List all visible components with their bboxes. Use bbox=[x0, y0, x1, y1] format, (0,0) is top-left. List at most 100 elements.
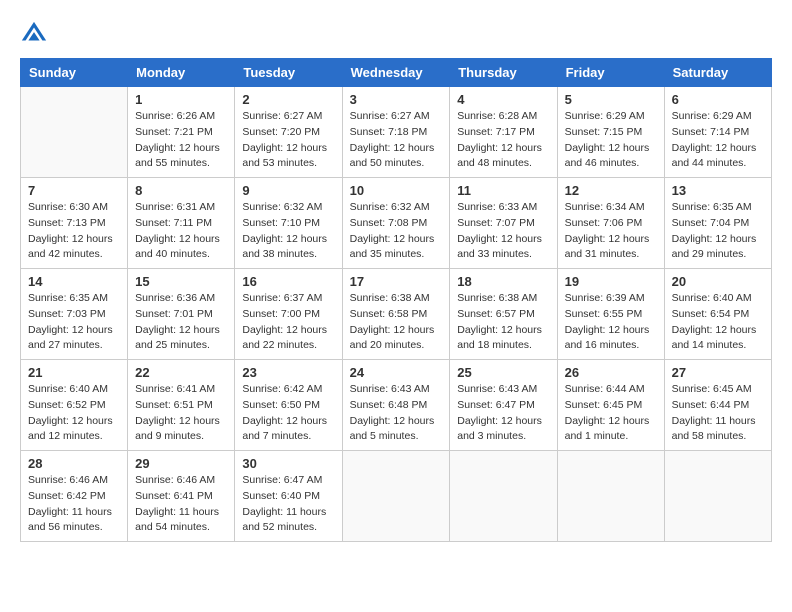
day-number: 24 bbox=[350, 365, 443, 380]
day-number: 22 bbox=[135, 365, 227, 380]
day-cell: 28 Sunrise: 6:46 AMSunset: 6:42 PMDayligh… bbox=[21, 451, 128, 542]
day-number: 15 bbox=[135, 274, 227, 289]
day-info: Sunrise: 6:38 AMSunset: 6:58 PMDaylight:… bbox=[350, 291, 443, 354]
day-number: 18 bbox=[457, 274, 549, 289]
page-header bbox=[20, 20, 772, 48]
day-cell: 19 Sunrise: 6:39 AMSunset: 6:55 PMDayligh… bbox=[557, 269, 664, 360]
week-row-1: 1Sunrise: 6:26 AMSunset: 7:21 PMDaylight… bbox=[21, 87, 772, 178]
weekday-header-sunday: Sunday bbox=[21, 59, 128, 87]
day-number: 12 bbox=[565, 183, 657, 198]
day-cell: 29 Sunrise: 6:46 AMSunset: 6:41 PMDayligh… bbox=[128, 451, 235, 542]
day-number: 14 bbox=[28, 274, 120, 289]
day-cell bbox=[342, 451, 450, 542]
day-number: 13 bbox=[672, 183, 764, 198]
weekday-header-tuesday: Tuesday bbox=[235, 59, 342, 87]
day-cell: 1Sunrise: 6:26 AMSunset: 7:21 PMDaylight… bbox=[128, 87, 235, 178]
day-info: Sunrise: 6:40 AMSunset: 6:54 PMDaylight:… bbox=[672, 291, 764, 354]
day-info: Sunrise: 6:30 AMSunset: 7:13 PMDaylight:… bbox=[28, 200, 120, 263]
day-info: Sunrise: 6:46 AMSunset: 6:42 PMDaylight:… bbox=[28, 473, 120, 536]
day-number: 17 bbox=[350, 274, 443, 289]
day-cell: 8 Sunrise: 6:31 AMSunset: 7:11 PMDaylight… bbox=[128, 178, 235, 269]
day-cell: 4 Sunrise: 6:28 AMSunset: 7:17 PMDaylight… bbox=[450, 87, 557, 178]
day-cell bbox=[450, 451, 557, 542]
day-cell: 14 Sunrise: 6:35 AMSunset: 7:03 PMDayligh… bbox=[21, 269, 128, 360]
day-info: Sunrise: 6:28 AMSunset: 7:17 PMDaylight:… bbox=[457, 109, 549, 172]
day-number: 9 bbox=[242, 183, 334, 198]
day-info: Sunrise: 6:26 AMSunset: 7:21 PMDaylight:… bbox=[135, 109, 227, 172]
day-cell bbox=[557, 451, 664, 542]
day-number: 7 bbox=[28, 183, 120, 198]
weekday-header-monday: Monday bbox=[128, 59, 235, 87]
weekday-header-thursday: Thursday bbox=[450, 59, 557, 87]
day-number: 28 bbox=[28, 456, 120, 471]
day-number: 10 bbox=[350, 183, 443, 198]
day-info: Sunrise: 6:38 AMSunset: 6:57 PMDaylight:… bbox=[457, 291, 549, 354]
day-info: Sunrise: 6:29 AMSunset: 7:15 PMDaylight:… bbox=[565, 109, 657, 172]
day-number: 2 bbox=[242, 92, 334, 107]
day-info: Sunrise: 6:27 AMSunset: 7:18 PMDaylight:… bbox=[350, 109, 443, 172]
day-number: 23 bbox=[242, 365, 334, 380]
day-cell: 7 Sunrise: 6:30 AMSunset: 7:13 PMDaylight… bbox=[21, 178, 128, 269]
day-info: Sunrise: 6:35 AMSunset: 7:03 PMDaylight:… bbox=[28, 291, 120, 354]
day-cell: 5 Sunrise: 6:29 AMSunset: 7:15 PMDaylight… bbox=[557, 87, 664, 178]
day-info: Sunrise: 6:43 AMSunset: 6:47 PMDaylight:… bbox=[457, 382, 549, 445]
day-number: 8 bbox=[135, 183, 227, 198]
logo bbox=[20, 20, 52, 48]
day-info: Sunrise: 6:33 AMSunset: 7:07 PMDaylight:… bbox=[457, 200, 549, 263]
week-row-4: 21 Sunrise: 6:40 AMSunset: 6:52 PMDayligh… bbox=[21, 360, 772, 451]
day-number: 5 bbox=[565, 92, 657, 107]
week-row-3: 14 Sunrise: 6:35 AMSunset: 7:03 PMDayligh… bbox=[21, 269, 772, 360]
weekday-header-wednesday: Wednesday bbox=[342, 59, 450, 87]
day-info: Sunrise: 6:32 AMSunset: 7:10 PMDaylight:… bbox=[242, 200, 334, 263]
day-cell: 6 Sunrise: 6:29 AMSunset: 7:14 PMDaylight… bbox=[664, 87, 771, 178]
day-cell: 25 Sunrise: 6:43 AMSunset: 6:47 PMDayligh… bbox=[450, 360, 557, 451]
day-info: Sunrise: 6:29 AMSunset: 7:14 PMDaylight:… bbox=[672, 109, 764, 172]
day-cell: 22Sunrise: 6:41 AMSunset: 6:51 PMDayligh… bbox=[128, 360, 235, 451]
weekday-header-saturday: Saturday bbox=[664, 59, 771, 87]
day-cell: 9 Sunrise: 6:32 AMSunset: 7:10 PMDaylight… bbox=[235, 178, 342, 269]
day-number: 11 bbox=[457, 183, 549, 198]
day-number: 4 bbox=[457, 92, 549, 107]
day-cell: 2 Sunrise: 6:27 AMSunset: 7:20 PMDaylight… bbox=[235, 87, 342, 178]
day-info: Sunrise: 6:40 AMSunset: 6:52 PMDaylight:… bbox=[28, 382, 120, 445]
calendar: SundayMondayTuesdayWednesdayThursdayFrid… bbox=[20, 58, 772, 542]
day-number: 16 bbox=[242, 274, 334, 289]
day-cell: 3 Sunrise: 6:27 AMSunset: 7:18 PMDaylight… bbox=[342, 87, 450, 178]
weekday-header-row: SundayMondayTuesdayWednesdayThursdayFrid… bbox=[21, 59, 772, 87]
day-cell: 17 Sunrise: 6:38 AMSunset: 6:58 PMDayligh… bbox=[342, 269, 450, 360]
day-cell: 13 Sunrise: 6:35 AMSunset: 7:04 PMDayligh… bbox=[664, 178, 771, 269]
day-cell: 10 Sunrise: 6:32 AMSunset: 7:08 PMDayligh… bbox=[342, 178, 450, 269]
day-info: Sunrise: 6:44 AMSunset: 6:45 PMDaylight:… bbox=[565, 382, 657, 445]
day-cell: 21 Sunrise: 6:40 AMSunset: 6:52 PMDayligh… bbox=[21, 360, 128, 451]
day-cell: 18 Sunrise: 6:38 AMSunset: 6:57 PMDayligh… bbox=[450, 269, 557, 360]
weekday-header-friday: Friday bbox=[557, 59, 664, 87]
day-info: Sunrise: 6:39 AMSunset: 6:55 PMDaylight:… bbox=[565, 291, 657, 354]
day-info: Sunrise: 6:46 AMSunset: 6:41 PMDaylight:… bbox=[135, 473, 227, 536]
day-number: 3 bbox=[350, 92, 443, 107]
day-number: 6 bbox=[672, 92, 764, 107]
day-cell bbox=[664, 451, 771, 542]
day-number: 19 bbox=[565, 274, 657, 289]
day-info: Sunrise: 6:45 AMSunset: 6:44 PMDaylight:… bbox=[672, 382, 764, 445]
week-row-2: 7 Sunrise: 6:30 AMSunset: 7:13 PMDaylight… bbox=[21, 178, 772, 269]
day-number: 29 bbox=[135, 456, 227, 471]
day-number: 26 bbox=[565, 365, 657, 380]
day-cell bbox=[21, 87, 128, 178]
day-cell: 23 Sunrise: 6:42 AMSunset: 6:50 PMDayligh… bbox=[235, 360, 342, 451]
day-info: Sunrise: 6:32 AMSunset: 7:08 PMDaylight:… bbox=[350, 200, 443, 263]
day-number: 20 bbox=[672, 274, 764, 289]
day-cell: 15 Sunrise: 6:36 AMSunset: 7:01 PMDayligh… bbox=[128, 269, 235, 360]
day-number: 21 bbox=[28, 365, 120, 380]
day-cell: 20 Sunrise: 6:40 AMSunset: 6:54 PMDayligh… bbox=[664, 269, 771, 360]
day-info: Sunrise: 6:36 AMSunset: 7:01 PMDaylight:… bbox=[135, 291, 227, 354]
day-info: Sunrise: 6:37 AMSunset: 7:00 PMDaylight:… bbox=[242, 291, 334, 354]
logo-icon bbox=[20, 20, 48, 48]
day-cell: 27Sunrise: 6:45 AMSunset: 6:44 PMDayligh… bbox=[664, 360, 771, 451]
day-cell: 26 Sunrise: 6:44 AMSunset: 6:45 PMDayligh… bbox=[557, 360, 664, 451]
day-number: 25 bbox=[457, 365, 549, 380]
day-info: Sunrise: 6:35 AMSunset: 7:04 PMDaylight:… bbox=[672, 200, 764, 263]
day-info: Sunrise: 6:42 AMSunset: 6:50 PMDaylight:… bbox=[242, 382, 334, 445]
day-cell: 30Sunrise: 6:47 AMSunset: 6:40 PMDayligh… bbox=[235, 451, 342, 542]
day-info: Sunrise: 6:31 AMSunset: 7:11 PMDaylight:… bbox=[135, 200, 227, 263]
day-info: Sunrise: 6:27 AMSunset: 7:20 PMDaylight:… bbox=[242, 109, 334, 172]
